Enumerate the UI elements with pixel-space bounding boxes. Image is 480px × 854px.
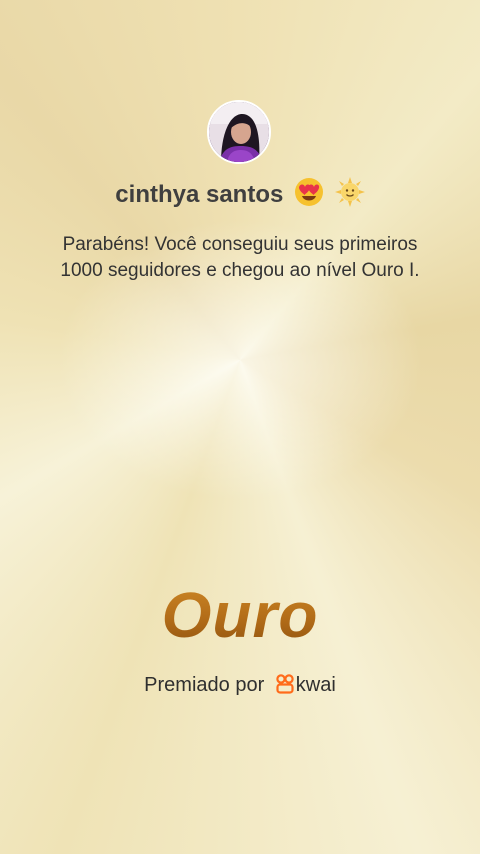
avatar-photo xyxy=(209,102,269,162)
awarded-by: Premiado por kwai xyxy=(0,674,480,700)
awarded-by-label: Premiado por xyxy=(144,674,265,696)
avatar[interactable] xyxy=(207,100,271,164)
congratulations-message: Parabéns! Você conseguiu seus primeiros … xyxy=(60,234,420,281)
username-text: cinthya santos xyxy=(115,180,284,208)
smiling-sun-emoji-icon xyxy=(334,177,365,214)
heart-eyes-emoji-icon xyxy=(294,177,324,214)
level-title: Ouro xyxy=(0,578,480,652)
username: cinthya santos xyxy=(0,177,480,214)
kwai-logo-icon xyxy=(276,674,294,700)
brand-name: kwai xyxy=(295,674,336,696)
